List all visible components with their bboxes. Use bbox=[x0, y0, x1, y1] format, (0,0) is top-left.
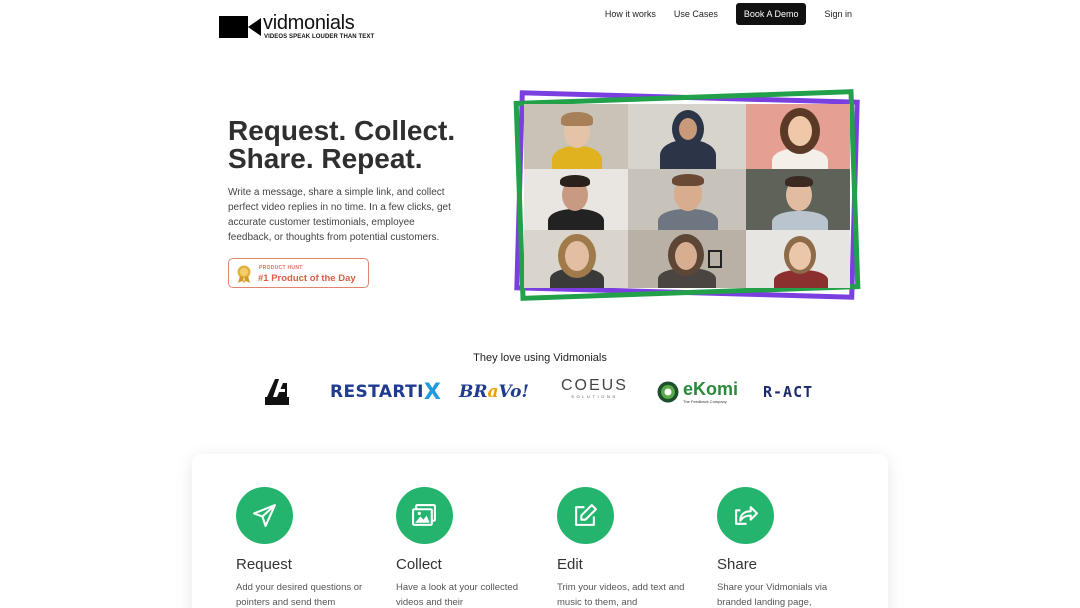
feature-icon-circle bbox=[557, 487, 614, 544]
restartix-text: RESTARTI bbox=[330, 382, 424, 402]
feature-desc: Have a look at your collected videos and… bbox=[396, 582, 518, 608]
image-gallery-icon bbox=[412, 504, 436, 526]
ract-text: R-ACT bbox=[763, 383, 814, 401]
logos-heading: They love using Vidmonials bbox=[473, 352, 607, 364]
paper-plane-icon bbox=[253, 504, 276, 527]
nav-link-how-it-works[interactable]: How it works bbox=[605, 9, 656, 19]
sign-in-link[interactable]: Sign in bbox=[824, 9, 852, 19]
video-tile bbox=[628, 230, 746, 288]
ekomi-text: eKomi bbox=[683, 379, 739, 399]
feature-icon-circle bbox=[717, 487, 774, 544]
hero-title: Request. Collect. Share. Repeat. bbox=[228, 117, 488, 173]
medal-icon bbox=[237, 265, 251, 283]
feature-icon-circle bbox=[396, 487, 453, 544]
hero-title-line-2: Share. Repeat. bbox=[228, 143, 423, 174]
video-tile bbox=[746, 169, 850, 230]
ekomi-sub: The Feedback Company bbox=[683, 399, 727, 404]
nav-link-use-cases[interactable]: Use Cases bbox=[674, 9, 718, 19]
coeus-text: COEUS bbox=[561, 377, 628, 394]
video-tile bbox=[746, 230, 850, 288]
brand-tagline: VIDEOS SPEAK LOUDER THAN TEXT bbox=[264, 34, 375, 40]
feature-collect: Collect Have a look at your collected vi… bbox=[396, 487, 536, 608]
video-camera-icon bbox=[219, 16, 261, 38]
video-tile bbox=[524, 230, 628, 288]
bravo-logo: BR a Vo! bbox=[459, 378, 529, 406]
restartix-x: X bbox=[423, 379, 442, 405]
nav-links: How it works Use Cases Book A Demo Sign … bbox=[587, 3, 852, 25]
bravo-text: BR bbox=[459, 382, 488, 402]
feature-desc: Add your desired questions or pointers a… bbox=[236, 582, 363, 608]
video-tile bbox=[628, 104, 746, 169]
feature-title: Share bbox=[717, 556, 758, 573]
video-tile bbox=[524, 104, 628, 169]
video-grid bbox=[524, 104, 850, 288]
feature-title: Collect bbox=[396, 556, 442, 573]
coeus-sub: SOLUTIONS bbox=[571, 394, 618, 399]
ract-logo: R-ACT bbox=[763, 378, 813, 406]
hero-description: Write a message, share a simple link, an… bbox=[228, 187, 451, 243]
video-tile bbox=[746, 104, 850, 169]
hero-title-line-1: Request. Collect. bbox=[228, 115, 456, 146]
brand-name: vidmonials bbox=[263, 12, 355, 34]
bravo-accent: a bbox=[487, 382, 499, 402]
feature-icon-circle bbox=[236, 487, 293, 544]
badge-title: #1 Product of the Day bbox=[258, 273, 356, 284]
share-arrow-icon bbox=[735, 506, 758, 525]
coeus-logo: COEUS SOLUTIONS bbox=[561, 378, 628, 406]
edit-pencil-icon bbox=[575, 504, 597, 526]
feature-desc: Share your Vidmonials via branded landin… bbox=[717, 582, 828, 608]
book-demo-button[interactable]: Book A Demo bbox=[735, 3, 807, 25]
bravo-end: Vo! bbox=[498, 382, 529, 402]
ekomi-seal-icon bbox=[657, 381, 679, 403]
feature-share: Share Share your Vidmonials via branded … bbox=[717, 487, 857, 608]
feature-request: Request Add your desired questions or po… bbox=[236, 487, 376, 608]
restartix-logo: RESTARTI X bbox=[330, 378, 441, 406]
feature-desc: Trim your videos, add text and music to … bbox=[557, 582, 685, 608]
video-tile bbox=[628, 169, 746, 230]
feature-edit: Edit Trim your videos, add text and musi… bbox=[557, 487, 697, 608]
a-logo-icon bbox=[265, 379, 289, 405]
vidmonials-logo[interactable]: vidmonials VIDEOS SPEAK LOUDER THAN TEXT bbox=[219, 12, 379, 42]
feature-title: Request bbox=[236, 556, 292, 573]
features-card: Request Add your desired questions or po… bbox=[192, 454, 888, 608]
badge-label: PRODUCT HUNT bbox=[259, 265, 303, 271]
product-hunt-badge[interactable]: PRODUCT HUNT #1 Product of the Day bbox=[228, 258, 369, 288]
top-nav: vidmonials VIDEOS SPEAK LOUDER THAN TEXT… bbox=[0, 0, 1080, 44]
video-tile bbox=[524, 169, 628, 230]
feature-title: Edit bbox=[557, 556, 583, 573]
ekomi-logo: eKomi The Feedback Company bbox=[657, 378, 738, 406]
